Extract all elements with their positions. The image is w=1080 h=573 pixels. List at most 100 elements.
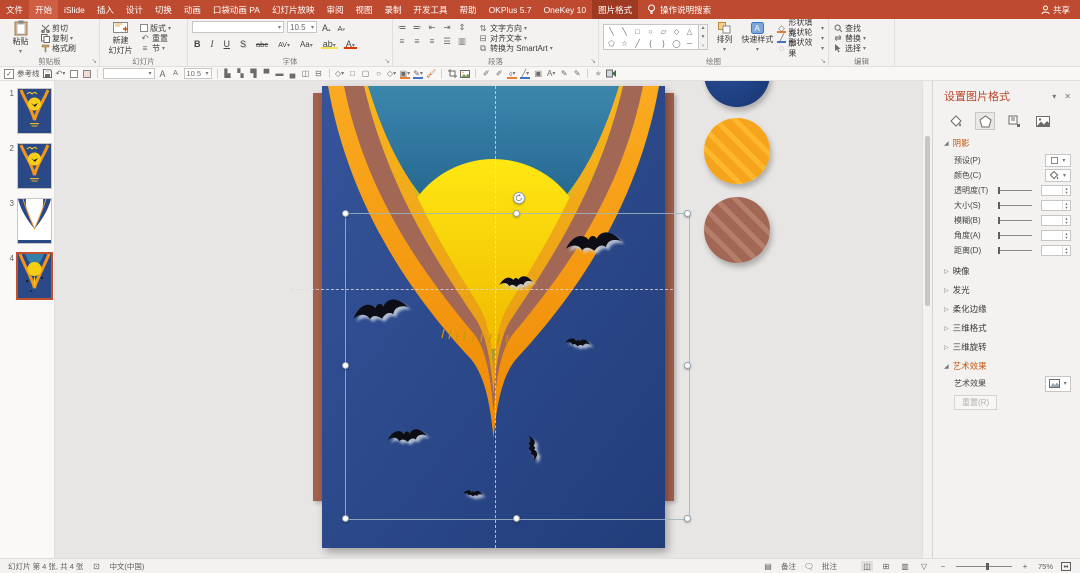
picture-tab[interactable] bbox=[1033, 112, 1053, 130]
italic-button[interactable]: I bbox=[209, 37, 216, 49]
delete-icon[interactable] bbox=[82, 69, 92, 79]
resize-handle-bottom-center[interactable] bbox=[513, 515, 520, 522]
display-settings-icon[interactable]: ⊡ bbox=[90, 561, 102, 571]
strikethrough-button[interactable]: abc bbox=[254, 37, 270, 49]
zoom-out-button[interactable]: − bbox=[937, 561, 949, 571]
format-painter-button[interactable]: 格式刷 bbox=[40, 43, 76, 53]
textbox-icon[interactable]: ▣ bbox=[533, 69, 543, 79]
text-direction-button[interactable]: ⇅ 文字方向 ▾ bbox=[478, 23, 553, 33]
tell-me-search[interactable]: 操作说明搜索 bbox=[638, 0, 720, 19]
gallery-scroll[interactable]: ▲ ▼ ▿ bbox=[699, 24, 708, 50]
tab-onekey[interactable]: OneKey 10 bbox=[538, 0, 593, 19]
artistic-effects-section-header[interactable]: ◢ 艺术效果 bbox=[944, 360, 1071, 372]
oval-tool-icon[interactable]: ○ bbox=[374, 69, 384, 79]
distribute-horizontal-icon[interactable]: ◫ bbox=[301, 69, 311, 79]
crop-icon[interactable] bbox=[447, 69, 457, 79]
align-bottom-objects-icon[interactable]: ▄ bbox=[288, 69, 298, 79]
size-slider[interactable] bbox=[998, 201, 1032, 210]
zoom-level[interactable]: 75% bbox=[1038, 562, 1053, 571]
new-slide-button[interactable]: 新建 幻灯片 bbox=[104, 21, 137, 55]
qat-increase-font-button[interactable]: A bbox=[158, 69, 168, 79]
qat-font-color-icon[interactable]: A ▾ bbox=[546, 69, 556, 79]
change-case-button[interactable]: Aa ▾ bbox=[298, 37, 315, 49]
recent-shape-icon[interactable]: ◇ ▾ bbox=[335, 69, 345, 79]
shapes-menu-icon[interactable]: ◇ ▾ bbox=[387, 69, 397, 79]
copy-button[interactable]: 复制 ▾ bbox=[40, 33, 76, 43]
comments-button[interactable]: 批注 bbox=[822, 561, 837, 572]
spinner-arrows[interactable]: ▴ ▾ bbox=[1062, 201, 1070, 210]
tab-slideshow[interactable]: 幻灯片放映 bbox=[266, 0, 321, 19]
3d-rotation-section-header[interactable]: ▷ 三维旋转 bbox=[944, 341, 1071, 353]
comments-icon[interactable]: 🗨 bbox=[803, 561, 815, 571]
decrease-indent-icon[interactable]: ⇤ bbox=[427, 22, 437, 32]
notes-button[interactable]: 备注 bbox=[781, 561, 796, 572]
spinner-arrows[interactable]: ▴ ▾ bbox=[1062, 231, 1070, 240]
bullets-icon[interactable]: ≔ bbox=[397, 22, 407, 32]
eyedropper-fill-icon[interactable]: ✐ bbox=[481, 69, 491, 79]
pane-options-icon[interactable]: ▾ bbox=[1052, 92, 1056, 101]
font-size-combo[interactable]: 10.5 ▾ bbox=[287, 21, 317, 33]
slide-2-thumbnail[interactable] bbox=[18, 144, 51, 188]
slider-thumb[interactable] bbox=[998, 232, 1000, 239]
glow-section-header[interactable]: ▷ 发光 bbox=[944, 284, 1071, 296]
tab-animations[interactable]: 动画 bbox=[178, 0, 207, 19]
align-middle-objects-icon[interactable]: ▬ bbox=[275, 69, 285, 79]
resize-handle-top-center[interactable] bbox=[513, 210, 520, 217]
find-button[interactable]: 查找 bbox=[833, 23, 866, 33]
fit-to-window-icon[interactable] bbox=[1060, 561, 1072, 571]
tab-okplus[interactable]: OKPlus 5.7 bbox=[483, 0, 538, 19]
select-button[interactable]: 选择 ▾ bbox=[833, 43, 866, 53]
transparency-spinner[interactable]: ▴ ▾ bbox=[1041, 185, 1071, 196]
underline-button[interactable]: U bbox=[222, 37, 233, 49]
favorite-icon[interactable]: ★ bbox=[593, 69, 603, 79]
qat-font-size-combo[interactable]: 10.5 ▾ bbox=[183, 68, 212, 79]
reading-view-icon[interactable]: ▥ bbox=[899, 561, 911, 571]
tab-transitions[interactable]: 切换 bbox=[149, 0, 178, 19]
increase-indent-icon[interactable]: ⇥ bbox=[442, 22, 452, 32]
rotate-handle[interactable] bbox=[513, 192, 525, 204]
transparency-slider[interactable] bbox=[998, 186, 1032, 195]
resize-handle-middle-left[interactable] bbox=[342, 362, 349, 369]
spinner-arrows[interactable]: ▴ ▾ bbox=[1062, 246, 1070, 255]
increase-font-button[interactable]: A ▴ bbox=[320, 21, 333, 33]
normal-view-icon[interactable]: ◫ bbox=[860, 561, 873, 571]
decrease-font-button[interactable]: A ▾ bbox=[336, 21, 348, 33]
tab-help[interactable]: 帮助 bbox=[454, 0, 483, 19]
slider-thumb[interactable] bbox=[998, 247, 1000, 254]
slideshow-view-icon[interactable]: ▽ bbox=[918, 561, 930, 571]
align-top-objects-icon[interactable]: ▀ bbox=[262, 69, 272, 79]
line-spacing-icon[interactable]: ⇕ bbox=[457, 22, 467, 32]
slide-sorter-view-icon[interactable]: ⊞ bbox=[880, 561, 892, 571]
shape-effects-button[interactable]: ◌ 形状效果 ▾ bbox=[777, 38, 824, 58]
text-shadow-button[interactable]: S bbox=[238, 37, 248, 49]
slide-4-thumbnail[interactable] bbox=[18, 254, 51, 298]
tab-insert[interactable]: 插入 bbox=[91, 0, 120, 19]
share-button[interactable]: 共享 bbox=[1031, 0, 1080, 19]
soft-edges-section-header[interactable]: ▷ 柔化边缘 bbox=[944, 303, 1071, 315]
dialog-launcher-icon[interactable]: ↘ bbox=[820, 58, 826, 65]
size-spinner[interactable]: ▴ ▾ bbox=[1041, 200, 1071, 211]
numbering-icon[interactable]: ≕ bbox=[412, 22, 422, 32]
save-icon[interactable] bbox=[43, 69, 53, 79]
slide-3-thumbnail[interactable] bbox=[18, 199, 51, 243]
align-text-button[interactable]: ⊟ 对齐文本 ▾ bbox=[478, 33, 553, 43]
line-color-icon[interactable]: ╱ ▾ bbox=[520, 69, 530, 79]
resize-handle-top-left[interactable] bbox=[342, 210, 349, 217]
align-left-objects-icon[interactable]: ▙ bbox=[223, 69, 233, 79]
slide-1-thumbnail[interactable] bbox=[18, 89, 51, 133]
cut-button[interactable]: 剪切 bbox=[40, 23, 76, 33]
dialog-launcher-icon[interactable]: ↘ bbox=[590, 58, 596, 65]
dialog-launcher-icon[interactable]: ↘ bbox=[91, 58, 97, 65]
distribute-vertical-icon[interactable]: ⊟ bbox=[314, 69, 324, 79]
scrollbar-thumb[interactable] bbox=[925, 136, 930, 306]
close-icon[interactable]: ✕ bbox=[1064, 92, 1071, 101]
align-center-icon[interactable]: ≡ bbox=[412, 36, 422, 46]
layout-button[interactable]: 版式 ▾ bbox=[140, 23, 171, 33]
align-left-icon[interactable]: ≡ bbox=[397, 36, 407, 46]
new-window-icon[interactable] bbox=[69, 69, 79, 79]
fill-color-icon[interactable]: ▣ ▾ bbox=[400, 69, 411, 79]
font-name-combo[interactable]: ▾ bbox=[192, 21, 284, 33]
eyedropper-outline-icon[interactable]: ✐ bbox=[494, 69, 504, 79]
qat-decrease-font-button[interactable]: A bbox=[171, 69, 181, 79]
convert-smartart-button[interactable]: ⧉ 转换为 SmartArt ▾ bbox=[478, 43, 553, 53]
